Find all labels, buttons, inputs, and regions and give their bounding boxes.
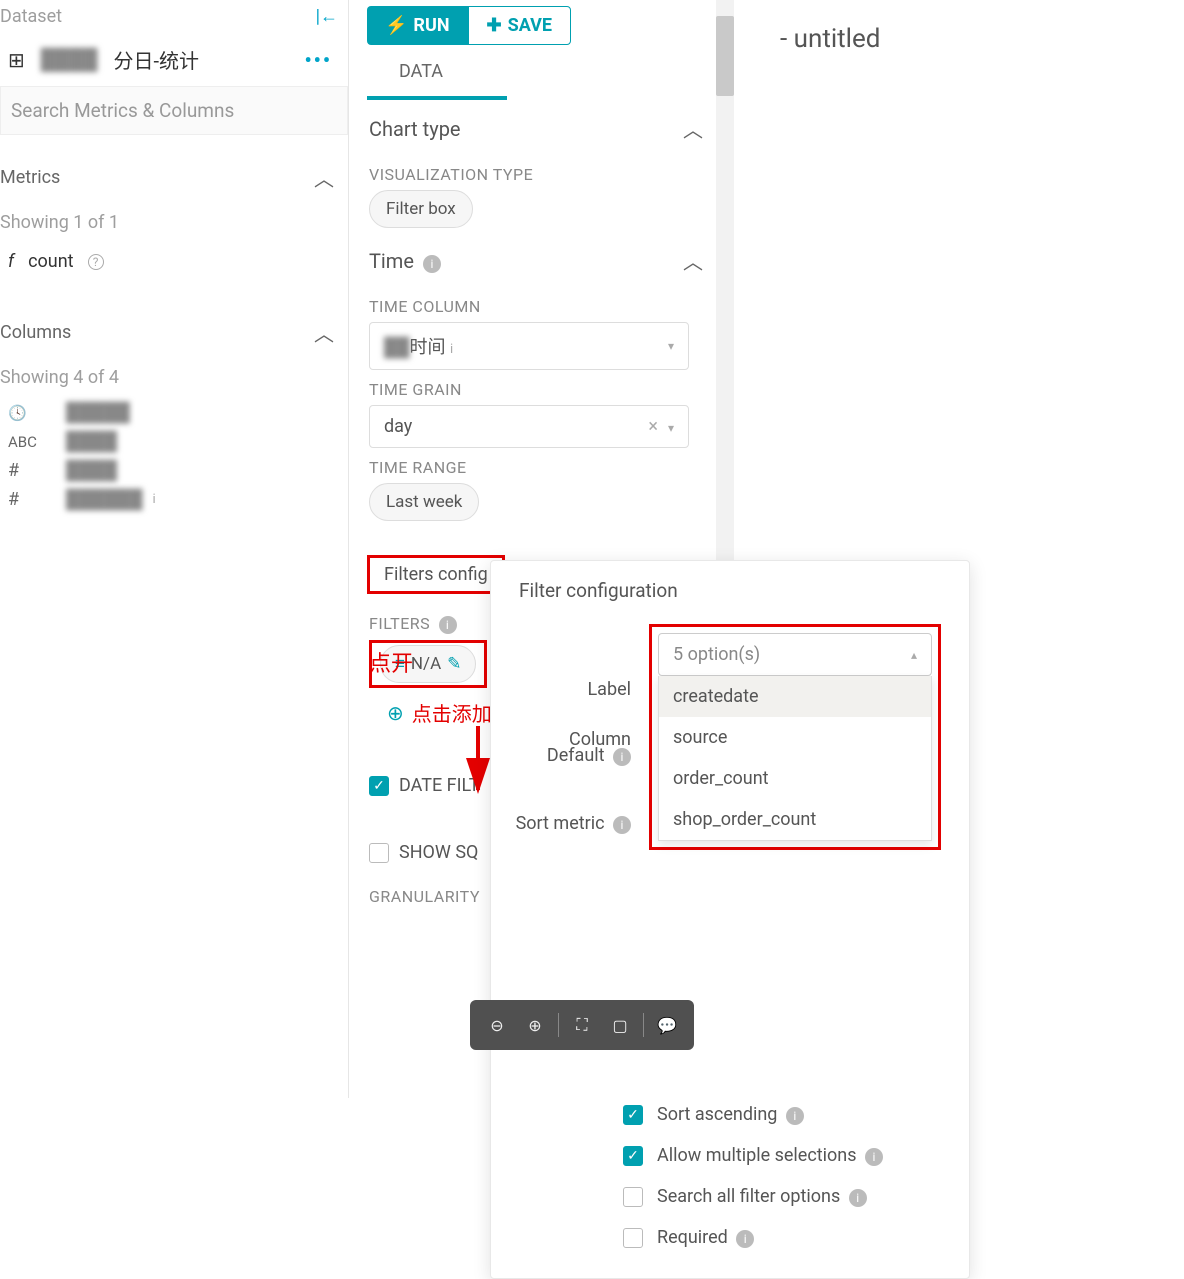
collapse-icon[interactable]: |←	[316, 6, 338, 27]
columns-header[interactable]: Columns ︿	[0, 308, 348, 357]
time-col-label: TIME COLUMN	[369, 287, 703, 322]
info-icon[interactable]: i	[423, 255, 441, 273]
dataset-name-blur: ████	[41, 47, 98, 72]
columns-showing: Showing 4 of 4	[0, 357, 348, 398]
popup-sortmetric-label: Sort metric i	[511, 813, 631, 834]
info-icon[interactable]: i	[613, 816, 631, 834]
info-icon[interactable]: i	[849, 1189, 867, 1207]
popup-title: Filter configuration	[511, 579, 949, 620]
time-grain-label: TIME GRAIN	[369, 370, 703, 405]
dataset-header: Dataset |←	[0, 0, 348, 33]
chevron-up-icon: ︿	[683, 246, 703, 275]
sidebar: Dataset |← ⊞ ████ 分日-统计 ••• Search Metri…	[0, 0, 349, 1098]
help-icon[interactable]: ?	[88, 254, 104, 270]
edit-icon[interactable]: ✎	[447, 654, 461, 674]
time-range-pill[interactable]: Last week	[369, 483, 479, 521]
present-icon[interactable]: ▢	[603, 1008, 637, 1042]
time-header[interactable]: Time i ︿	[369, 246, 703, 287]
metrics-header[interactable]: Metrics ︿	[0, 153, 348, 202]
caret-down-icon: ▾	[668, 339, 674, 353]
function-icon: f	[8, 251, 14, 272]
dropdown-option[interactable]: source	[659, 717, 931, 758]
info-icon[interactable]: i	[439, 616, 457, 634]
plus-icon: ✚	[487, 15, 502, 36]
dataset-row[interactable]: ⊞ ████ 分日-统计 •••	[0, 33, 348, 86]
popup-default-label: Default i	[511, 745, 631, 766]
column-item[interactable]: 🕓█████	[0, 398, 348, 427]
search-input[interactable]: Search Metrics & Columns	[0, 86, 348, 135]
plus-circle-icon[interactable]: ⊕	[387, 701, 404, 725]
chart-type-header[interactable]: Chart type ︿	[369, 114, 703, 155]
zoom-out-icon[interactable]: ⊖	[480, 1008, 514, 1042]
caret-down-icon: ▾	[668, 421, 674, 435]
chevron-up-icon: ︿	[314, 163, 334, 192]
run-button[interactable]: ⚡RUN	[367, 6, 468, 45]
tab-data[interactable]: DATA	[367, 45, 507, 100]
dataset-label: Dataset	[0, 6, 62, 27]
dropdown-list: createdate source order_count shop_order…	[658, 676, 932, 841]
column-item[interactable]: ABC████	[0, 427, 348, 456]
required-checkbox[interactable]	[623, 1228, 643, 1248]
clock-icon: 🕓	[8, 404, 56, 422]
time-column-select[interactable]: ██时间 i ▾	[369, 322, 689, 370]
dropdown-option[interactable]: createdate	[659, 676, 931, 717]
bolt-icon: ⚡	[385, 15, 407, 36]
column-options-highlight: 5 option(s) ▴ createdate source order_co…	[649, 624, 941, 850]
column-dropdown[interactable]: 5 option(s) ▴	[658, 633, 932, 676]
info-icon[interactable]: i	[736, 1230, 754, 1248]
dropdown-option[interactable]: shop_order_count	[659, 799, 931, 840]
annotation-click-open: 点开	[369, 646, 413, 678]
save-button[interactable]: ✚SAVE	[468, 6, 571, 45]
chevron-up-icon: ︿	[683, 114, 703, 143]
chevron-up-icon: ︿	[314, 318, 334, 347]
filter-config-popup: Filter configuration Column 5 option(s) …	[490, 560, 970, 1279]
fullscreen-icon[interactable]: ⛶	[565, 1008, 599, 1042]
search-all-checkbox[interactable]	[623, 1187, 643, 1207]
metric-item[interactable]: f count ?	[0, 243, 348, 280]
date-filter-checkbox[interactable]: ✓	[369, 776, 389, 796]
comment-icon[interactable]: 💬	[650, 1008, 684, 1042]
column-item[interactable]: #██████i	[0, 485, 348, 514]
zoom-in-icon[interactable]: ⊕	[518, 1008, 552, 1042]
dropdown-option[interactable]: order_count	[659, 758, 931, 799]
table-icon: ⊞	[8, 48, 25, 72]
filters-config-header[interactable]: Filters config	[367, 555, 505, 594]
column-item[interactable]: #████	[0, 456, 348, 485]
show-sql-checkbox[interactable]	[369, 843, 389, 863]
chart-title: - untitled	[780, 24, 1170, 54]
metrics-showing: Showing 1 of 1	[0, 202, 348, 243]
popup-label-label: Label	[511, 679, 631, 700]
info-icon[interactable]: i	[865, 1148, 883, 1166]
allow-multi-checkbox[interactable]: ✓	[623, 1146, 643, 1166]
info-icon[interactable]: i	[613, 748, 631, 766]
viz-type-label: VISUALIZATION TYPE	[369, 155, 703, 190]
dataset-name: 分日-统计	[113, 45, 199, 74]
caret-up-icon: ▴	[911, 648, 917, 662]
annotation-click-add: 点击添加	[412, 698, 492, 727]
clear-icon[interactable]: ×	[648, 416, 658, 437]
time-grain-select[interactable]: day ×▾	[369, 405, 689, 448]
more-icon[interactable]: •••	[304, 48, 332, 72]
time-range-label: TIME RANGE	[369, 448, 703, 483]
image-toolbar: ⊖ ⊕ ⛶ ▢ 💬	[470, 1000, 694, 1050]
chart-preview: - untitled	[740, 0, 1170, 54]
viz-type-pill[interactable]: Filter box	[369, 190, 473, 228]
sort-asc-checkbox[interactable]: ✓	[623, 1105, 643, 1125]
info-icon[interactable]: i	[786, 1107, 804, 1125]
